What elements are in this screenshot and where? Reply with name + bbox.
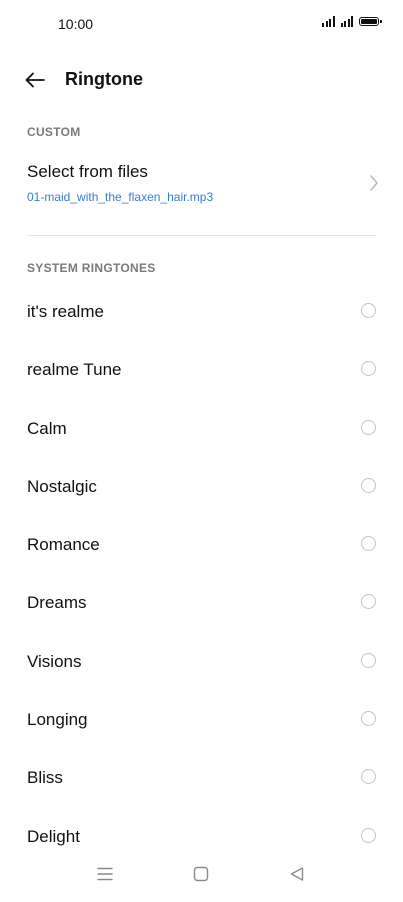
select-from-files-label: Select from files	[27, 162, 148, 181]
app-bar: Ringtone	[0, 58, 403, 102]
ringtone-item[interactable]: realme Tune	[0, 340, 403, 398]
ringtone-label: Dreams	[27, 593, 87, 613]
ringtone-item[interactable]: Romance	[0, 515, 403, 573]
ringtone-item[interactable]: Calm	[0, 399, 403, 457]
back-button[interactable]	[18, 66, 52, 94]
ringtone-radio[interactable]	[361, 419, 376, 435]
section-divider	[27, 235, 376, 236]
ringtone-item[interactable]: Nostalgic	[0, 457, 403, 515]
ringtone-radio[interactable]	[361, 711, 376, 727]
status-icons	[322, 16, 382, 27]
ringtone-radio[interactable]	[361, 652, 376, 668]
navigation-bar	[0, 846, 403, 902]
battery-icon	[359, 17, 382, 26]
ringtone-radio[interactable]	[361, 477, 376, 493]
home-square-icon	[193, 866, 209, 882]
back-triangle-icon	[290, 867, 304, 881]
status-time: 10:00	[58, 16, 94, 32]
signal-sim2-icon	[340, 16, 353, 27]
ringtone-label: Delight	[27, 826, 80, 846]
ringtone-item[interactable]: it's realme	[0, 282, 403, 340]
ringtone-item[interactable]: Longing	[0, 690, 403, 748]
ringtone-label: realme Tune	[27, 360, 122, 380]
ringtone-item[interactable]: Bliss	[0, 748, 403, 806]
recents-button[interactable]	[87, 856, 123, 892]
ringtone-label: Calm	[27, 418, 67, 438]
selected-file-name: 01-maid_with_the_flaxen_hair.mp3	[27, 190, 214, 204]
ringtone-label: it's realme	[27, 302, 104, 321]
ringtone-radio[interactable]	[361, 536, 376, 552]
ringtone-label: Romance	[27, 535, 100, 555]
custom-section-header: CUSTOM	[27, 125, 81, 139]
arrow-left-icon	[25, 72, 45, 88]
ringtone-label: Longing	[27, 710, 88, 730]
chevron-right-icon	[370, 175, 378, 191]
ringtone-label: Nostalgic	[27, 476, 97, 496]
ringtone-label: Visions	[27, 651, 82, 671]
ringtone-radio[interactable]	[361, 303, 376, 318]
page-title: Ringtone	[65, 69, 143, 89]
nav-back-button[interactable]	[279, 856, 315, 892]
home-button[interactable]	[183, 856, 219, 892]
ringtone-radio[interactable]	[361, 361, 376, 377]
ringtone-item[interactable]: Dreams	[0, 573, 403, 631]
system-ringtones-header: SYSTEM RINGTONES	[27, 261, 156, 275]
ringtone-label: Bliss	[27, 768, 63, 788]
signal-sim1-icon	[322, 16, 335, 27]
ringtone-radio[interactable]	[361, 594, 376, 610]
ringtone-list: it's realme realme Tune Calm Nostalgic R…	[0, 282, 403, 865]
menu-icon	[97, 867, 113, 881]
ringtone-radio[interactable]	[361, 769, 376, 785]
ringtone-radio[interactable]	[361, 827, 376, 843]
select-from-files-row[interactable]: Select from files 01-maid_with_the_flaxe…	[0, 152, 403, 216]
ringtone-item[interactable]: Visions	[0, 632, 403, 690]
status-bar: 10:00	[0, 0, 403, 50]
